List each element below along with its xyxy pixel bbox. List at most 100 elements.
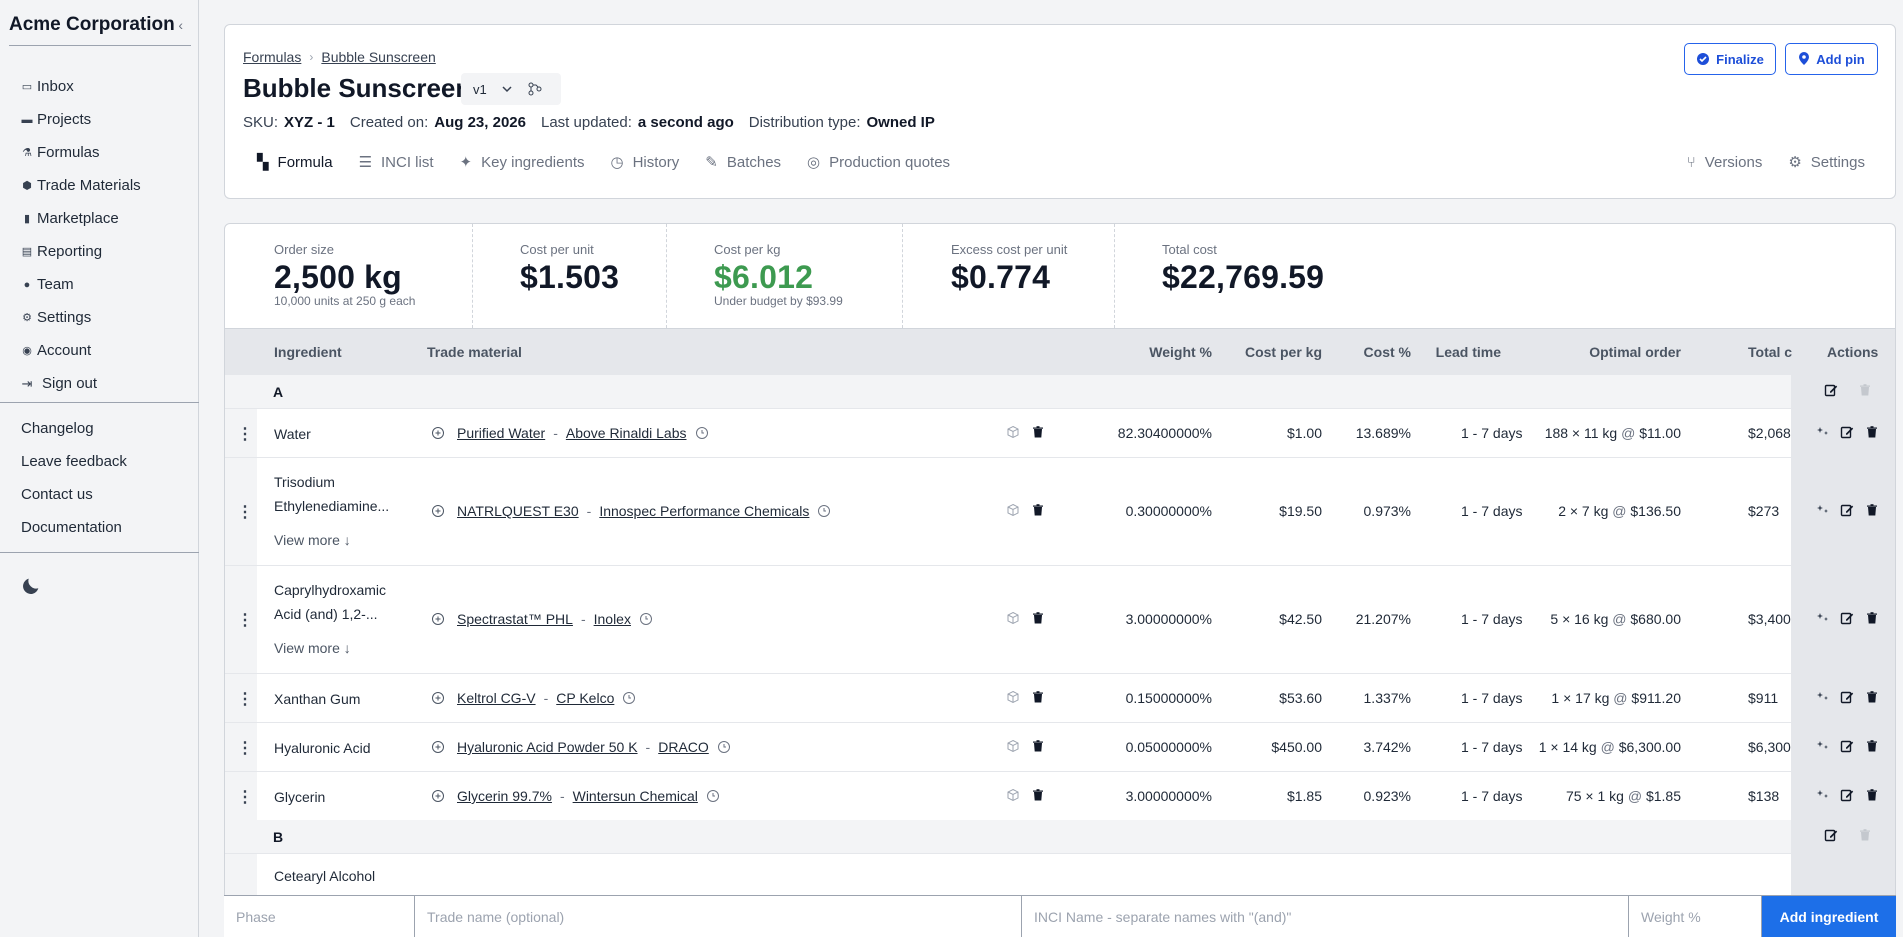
contact-us-link[interactable]: Contact us [21, 478, 127, 511]
changelog-link[interactable]: Changelog [21, 412, 127, 445]
sidebar-item-reporting[interactable]: ▤ Reporting [20, 235, 141, 268]
add-ingredient-button[interactable]: Add ingredient [1762, 896, 1896, 937]
inci-name-input[interactable]: INCI Name - separate names with "(and)" [1022, 896, 1629, 937]
supplier-link[interactable]: Inolex [594, 611, 631, 627]
edit-icon[interactable] [1840, 788, 1854, 805]
finalize-button[interactable]: Finalize [1684, 43, 1776, 75]
row-menu-kebab-icon[interactable]: ⋮ [237, 610, 253, 630]
tab-key-ingredients[interactable]: ✦ Key ingredients [460, 153, 585, 172]
trade-material-link[interactable]: NATRLQUEST E30 [457, 503, 579, 519]
weight-percent[interactable]: 0.30000000% [1126, 503, 1212, 519]
cube-icon[interactable] [1006, 739, 1020, 756]
row-menu-kebab-icon[interactable]: ⋮ [237, 738, 253, 758]
trash-icon[interactable] [1031, 739, 1045, 756]
cube-icon[interactable] [1006, 611, 1020, 628]
trash-icon[interactable] [1031, 611, 1045, 628]
delete-icon[interactable] [1865, 739, 1879, 756]
supplier-link[interactable]: CP Kelco [556, 690, 614, 706]
breadcrumb-formulas[interactable]: Formulas [243, 49, 301, 65]
dark-mode-moon-icon[interactable] [20, 575, 42, 597]
sidebar-item-formulas[interactable]: ⚗ Formulas [20, 136, 141, 169]
tab-history[interactable]: ◷ History [611, 153, 680, 172]
ingredient-name[interactable]: Caprylhydroxamic Acid (and) 1,2-... [274, 578, 414, 626]
weight-percent[interactable]: 0.15000000% [1126, 690, 1212, 706]
row-menu-kebab-icon[interactable]: ⋮ [237, 787, 253, 807]
ingredient-name[interactable]: Hyaluronic Acid [274, 736, 414, 760]
ai-sparkle-icon[interactable] [1816, 690, 1830, 707]
column-header-ingredient[interactable]: Ingredient [274, 344, 342, 360]
cube-icon[interactable] [1006, 503, 1020, 520]
add-circle-icon[interactable] [431, 691, 445, 705]
ingredient-name[interactable]: Water [274, 422, 414, 446]
row-menu-kebab-icon[interactable]: ⋮ [237, 424, 253, 444]
column-header-cost-per-kg[interactable]: Cost per kg [1245, 344, 1322, 360]
tab-settings[interactable]: ⚙ Settings [1788, 153, 1865, 172]
branch-icon[interactable] [527, 81, 543, 97]
column-header-cost-pct[interactable]: Cost % [1364, 344, 1411, 360]
add-circle-icon[interactable] [431, 740, 445, 754]
tab-production-quotes[interactable]: ◎ Production quotes [807, 153, 950, 172]
ai-sparkle-icon[interactable] [1816, 739, 1830, 756]
sidebar-item-settings[interactable]: ⚙ Settings [20, 301, 141, 334]
org-switcher[interactable]: Acme Corporation ‹ [9, 12, 191, 46]
trade-material-link[interactable]: Keltrol CG-V [457, 690, 536, 706]
ingredient-name[interactable]: Glycerin [274, 785, 414, 809]
trade-material-link[interactable]: Purified Water [457, 425, 545, 441]
supplier-link[interactable]: Innospec Performance Chemicals [599, 503, 809, 519]
edit-phase-icon[interactable] [1824, 828, 1838, 846]
trash-icon[interactable] [1031, 425, 1045, 442]
lead-time-info-icon[interactable] [717, 740, 731, 754]
cube-icon[interactable] [1006, 690, 1020, 707]
ingredient-name[interactable]: Xanthan Gum [274, 687, 414, 711]
add-pin-button[interactable]: Add pin [1785, 43, 1878, 75]
ai-sparkle-icon[interactable] [1816, 503, 1830, 520]
trade-name-input[interactable]: Trade name (optional) [415, 896, 1022, 937]
add-circle-icon[interactable] [431, 789, 445, 803]
column-header-optimal-order[interactable]: Optimal order [1589, 344, 1681, 360]
sidebar-item-trade-materials[interactable]: ⬢ Trade Materials [20, 169, 140, 202]
lead-time-info-icon[interactable] [695, 426, 709, 440]
column-header-lead-time[interactable]: Lead time [1436, 344, 1501, 360]
edit-icon[interactable] [1840, 611, 1854, 628]
delete-icon[interactable] [1865, 503, 1879, 520]
delete-icon[interactable] [1865, 611, 1879, 628]
sidebar-item-account[interactable]: ◉ Account [20, 334, 141, 367]
tab-batches[interactable]: ✎ Batches [705, 153, 781, 172]
view-more-link[interactable]: View more ↓ [274, 640, 351, 656]
sidebar-item-projects[interactable]: ▬ Projects [20, 103, 141, 136]
leave-feedback-link[interactable]: Leave feedback [21, 445, 127, 478]
collapse-sidebar-icon[interactable]: ‹ [178, 17, 191, 33]
add-circle-icon[interactable] [431, 504, 445, 518]
delete-phase-icon[interactable] [1858, 828, 1872, 846]
cube-icon[interactable] [1006, 425, 1020, 442]
add-circle-icon[interactable] [431, 426, 445, 440]
lead-time-info-icon[interactable] [622, 691, 636, 705]
phase-input[interactable]: Phase [224, 896, 415, 937]
lead-time-info-icon[interactable] [817, 504, 831, 518]
ai-sparkle-icon[interactable] [1816, 425, 1830, 442]
documentation-link[interactable]: Documentation [21, 511, 127, 544]
ingredient-name[interactable]: Trisodium Ethylenediamine... [274, 470, 414, 518]
tab-versions[interactable]: ⑂ Versions [1687, 153, 1763, 171]
breadcrumb-current[interactable]: Bubble Sunscreen [321, 49, 435, 65]
lead-time-info-icon[interactable] [639, 612, 653, 626]
supplier-link[interactable]: DRACO [658, 739, 709, 755]
weight-percent[interactable]: 3.00000000% [1126, 788, 1212, 804]
edit-icon[interactable] [1840, 425, 1854, 442]
edit-icon[interactable] [1840, 690, 1854, 707]
delete-icon[interactable] [1865, 425, 1879, 442]
sidebar-item-inbox[interactable]: ▭ Inbox [20, 70, 141, 103]
row-menu-kebab-icon[interactable]: ⋮ [237, 689, 253, 709]
row-menu-kebab-icon[interactable]: ⋮ [237, 502, 253, 522]
trade-material-link[interactable]: Glycerin 99.7% [457, 788, 552, 804]
sidebar-item-sign-out[interactable]: ⇥ Sign out [20, 367, 141, 400]
sidebar-item-team[interactable]: ● Team [20, 268, 141, 301]
delete-phase-icon[interactable] [1858, 383, 1872, 401]
delete-icon[interactable] [1865, 788, 1879, 805]
view-more-link[interactable]: View more ↓ [274, 532, 351, 548]
weight-percent[interactable]: 82.30400000% [1118, 425, 1212, 441]
ai-sparkle-icon[interactable] [1816, 611, 1830, 628]
trash-icon[interactable] [1031, 503, 1045, 520]
trade-material-link[interactable]: Hyaluronic Acid Powder 50 K [457, 739, 638, 755]
trash-icon[interactable] [1031, 690, 1045, 707]
